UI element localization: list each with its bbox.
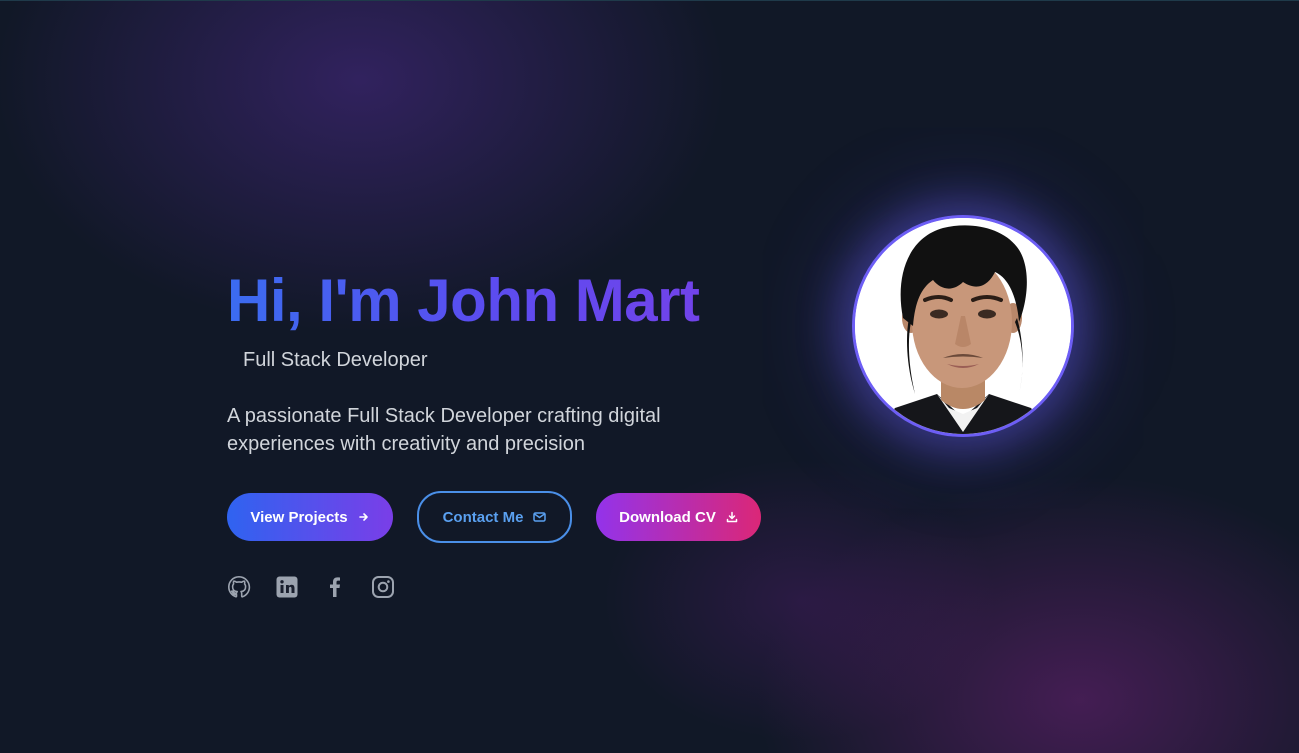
download-cv-label: Download CV [619, 508, 716, 526]
hero-tagline: A passionate Full Stack Developer crafti… [227, 405, 661, 455]
linkedin-icon[interactable] [275, 575, 299, 599]
facebook-icon[interactable] [323, 575, 347, 599]
download-cv-button[interactable]: Download CV [596, 493, 761, 541]
view-projects-label: View Projects [250, 508, 348, 526]
contact-me-button[interactable]: Contact Me [417, 491, 572, 543]
view-projects-button[interactable]: View Projects [227, 493, 393, 541]
mail-icon [533, 511, 547, 523]
hero-section: Hi, I'm John Mart Full Stack Developer A… [0, 0, 1299, 753]
arrow-right-icon [358, 511, 370, 523]
portrait-photo [855, 218, 1071, 434]
avatar [852, 215, 1074, 437]
contact-me-label: Contact Me [442, 508, 524, 526]
github-icon[interactable] [227, 575, 251, 599]
hero-content: Hi, I'm John Mart Full Stack Developer A… [227, 268, 787, 458]
hero-role: Full Stack Developer [243, 349, 428, 371]
hero-headline: Hi, I'm John Mart [227, 268, 787, 334]
profile-photo-frame [852, 215, 1074, 437]
social-links [227, 575, 395, 599]
top-divider [0, 0, 1299, 1]
instagram-icon[interactable] [371, 575, 395, 599]
hero-buttons: View Projects Contact Me Download CV [227, 491, 761, 543]
download-icon [726, 511, 738, 523]
